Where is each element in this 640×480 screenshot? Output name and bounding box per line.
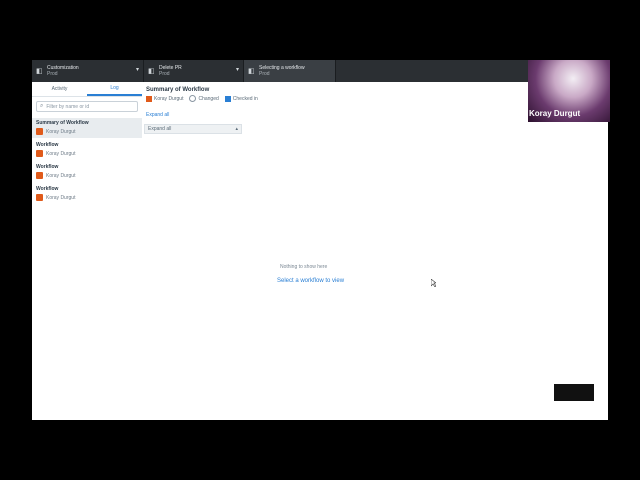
sidebar: Activity Log ⌕ Filter by name or id Summ… bbox=[32, 82, 142, 420]
list-item[interactable]: Workflow Koray Durgut bbox=[32, 162, 142, 182]
filter-placeholder: Filter by name or id bbox=[46, 103, 90, 110]
list-item-meta: Koray Durgut bbox=[46, 194, 76, 201]
search-icon: ⌕ bbox=[40, 103, 44, 109]
user-badge-icon bbox=[36, 128, 43, 135]
user-badge-icon bbox=[36, 172, 43, 179]
topbar-item-sub: Prod bbox=[259, 71, 270, 77]
status-circle-icon bbox=[189, 95, 197, 102]
workflow-icon: ◧ bbox=[148, 67, 155, 75]
filter-input[interactable]: ⌕ Filter by name or id bbox=[36, 101, 138, 112]
topbar-item-sub: Prod bbox=[47, 71, 58, 77]
sidebar-tabs: Activity Log bbox=[32, 82, 142, 97]
zoom-overlay-block bbox=[554, 384, 594, 401]
mouse-cursor-icon bbox=[431, 279, 436, 287]
topbar-item-1[interactable]: ◧ Customization Prod ▾ bbox=[32, 60, 144, 82]
main-panel: Summary of Workflow Koray Durgut Changed… bbox=[144, 82, 608, 420]
collapse-icon[interactable]: ▴ bbox=[235, 126, 238, 132]
list-item-name: Workflow bbox=[36, 142, 59, 148]
list-item-meta: Koray Durgut bbox=[46, 150, 76, 157]
pill-label: Expand all bbox=[148, 126, 172, 132]
list-item[interactable]: Summary of Workflow Koray Durgut bbox=[32, 118, 142, 138]
list-item[interactable]: Workflow Koray Durgut bbox=[32, 184, 142, 204]
topbar-item-2[interactable]: ◧ Delete PR Prod ▾ bbox=[144, 60, 244, 82]
list-item[interactable]: Workflow Koray Durgut bbox=[32, 140, 142, 160]
status-label: Changed bbox=[198, 95, 219, 102]
owner-label: Koray Durgut bbox=[154, 95, 184, 102]
expand-pill[interactable]: Expand all ▴ bbox=[144, 124, 242, 134]
topbar-item-3[interactable]: ◧ Selecting a workflow Prod bbox=[244, 60, 336, 82]
status-label: Checked in bbox=[232, 95, 258, 102]
user-badge-icon bbox=[36, 150, 43, 157]
topbar: ◧ Customization Prod ▾ ◧ Delete PR Prod ▾ … bbox=[32, 60, 608, 82]
user-badge-icon bbox=[36, 194, 43, 201]
participant-name: Koray Durgut bbox=[529, 109, 581, 118]
list-item-name: Workflow bbox=[36, 164, 59, 170]
checkbox-icon[interactable] bbox=[224, 95, 231, 102]
shared-screen: ◧ Customization Prod ▾ ◧ Delete PR Prod ▾ … bbox=[32, 60, 608, 420]
chevron-down-icon[interactable]: ▾ bbox=[236, 67, 239, 73]
list-item-name: Workflow bbox=[36, 186, 59, 192]
workflow-icon: ◧ bbox=[36, 67, 43, 75]
list-item-meta: Koray Durgut bbox=[46, 128, 76, 135]
chevron-down-icon[interactable]: ▾ bbox=[136, 67, 139, 73]
list-item-meta: Koray Durgut bbox=[46, 172, 76, 179]
tab-log[interactable]: Log bbox=[87, 82, 142, 96]
tab-activity[interactable]: Activity bbox=[32, 82, 87, 96]
empty-state-title: Nothing to show here bbox=[280, 264, 328, 270]
empty-state-link[interactable]: Select a workflow to view bbox=[277, 278, 344, 284]
user-badge-icon bbox=[146, 95, 152, 102]
list-item-name: Summary of Workflow bbox=[36, 120, 89, 126]
topbar-item-sub: Prod bbox=[159, 71, 170, 77]
workflow-icon: ◧ bbox=[248, 67, 255, 75]
